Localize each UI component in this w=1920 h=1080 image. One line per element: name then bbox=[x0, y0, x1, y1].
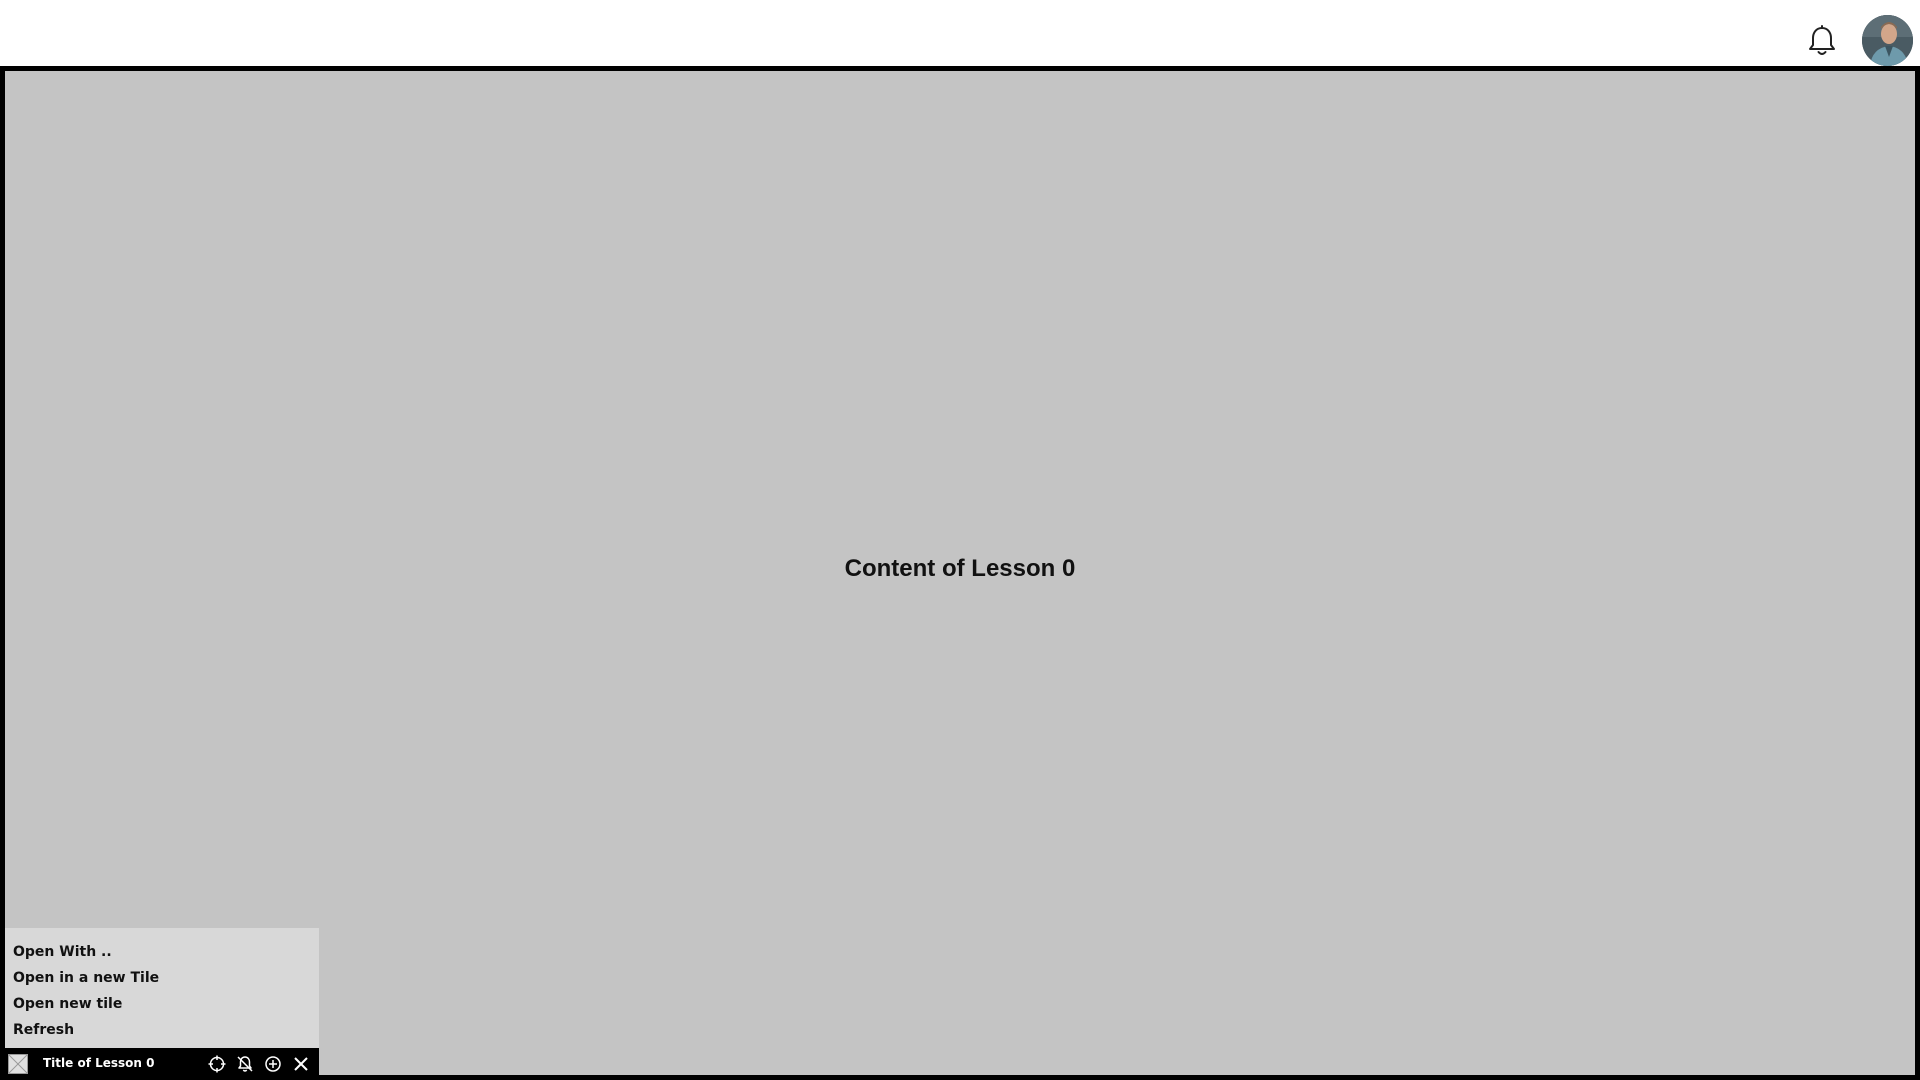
plus-circle-icon[interactable] bbox=[264, 1055, 282, 1073]
lesson-content-area[interactable]: Content of Lesson 0 bbox=[5, 71, 1915, 1075]
crosshair-icon[interactable] bbox=[208, 1055, 226, 1073]
menu-item-open-new-tile[interactable]: Open new tile bbox=[5, 991, 319, 1017]
lesson-content-text: Content of Lesson 0 bbox=[844, 555, 1076, 582]
tile-context-menu: Open With .. Open in a new Tile Open new… bbox=[5, 928, 319, 1048]
bell-off-icon[interactable] bbox=[236, 1055, 254, 1073]
menu-item-open-with[interactable]: Open With .. bbox=[5, 939, 319, 965]
close-icon[interactable] bbox=[292, 1055, 310, 1073]
tile-title[interactable]: Title of Lesson 0 bbox=[43, 1048, 155, 1079]
menu-item-refresh[interactable]: Refresh bbox=[5, 1017, 319, 1043]
top-bar bbox=[0, 0, 1920, 66]
user-avatar[interactable] bbox=[1862, 15, 1913, 66]
menu-item-open-in-new-tile[interactable]: Open in a new Tile bbox=[5, 965, 319, 991]
broken-image-icon[interactable] bbox=[8, 1054, 28, 1074]
tile-bar: Title of Lesson 0 bbox=[5, 1048, 319, 1079]
bell-icon[interactable] bbox=[1806, 24, 1838, 58]
